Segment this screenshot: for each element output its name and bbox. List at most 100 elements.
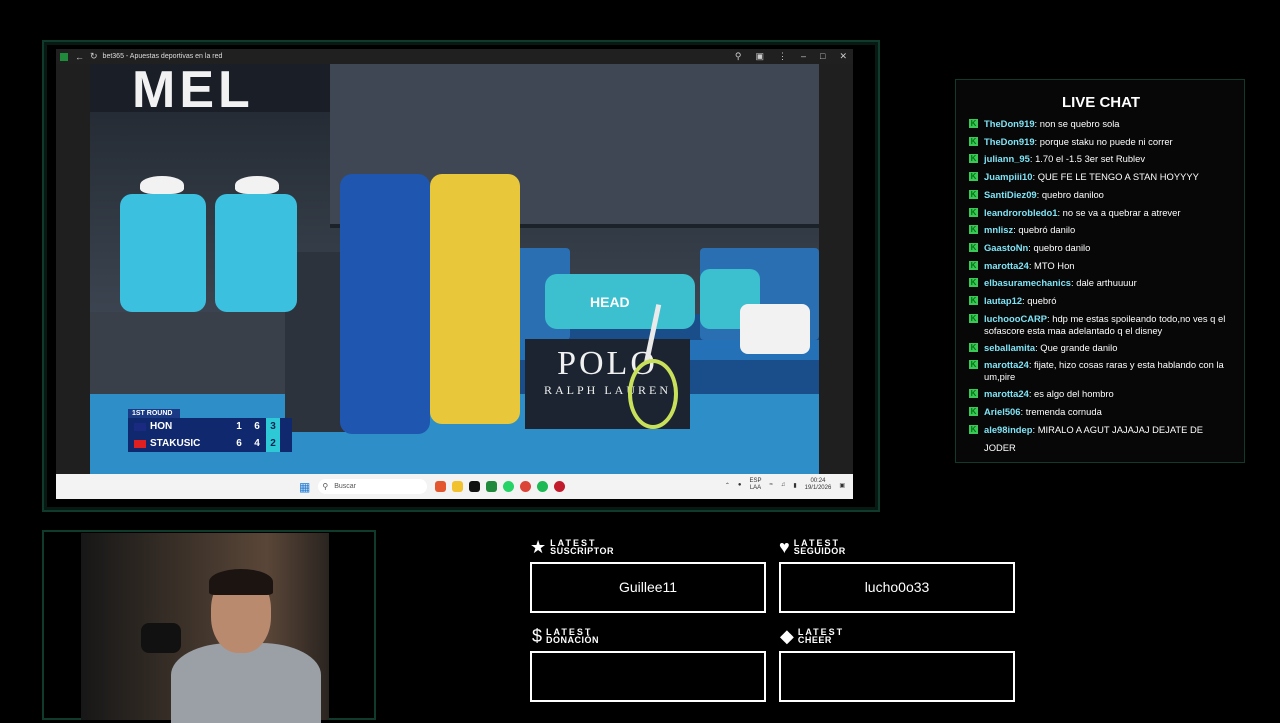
app-icon[interactable]	[554, 481, 566, 492]
chat-username[interactable]: marotta24	[984, 388, 1029, 399]
chat-username[interactable]: marotta24	[984, 359, 1029, 370]
chat-text: dale arthuuuur	[1076, 277, 1137, 289]
kick-badge-icon: K	[969, 360, 978, 370]
chat-text: es algo del hombro	[1034, 388, 1114, 400]
chat-username[interactable]: Juampiii10	[984, 171, 1032, 182]
alert-type: DONACIÓN	[546, 635, 600, 645]
chat-username[interactable]: GaastoNn	[984, 242, 1028, 253]
kick-badge-icon: K	[969, 225, 978, 235]
chat-username[interactable]: leandrorobledo1	[984, 207, 1057, 218]
heart-icon: ♥	[779, 537, 790, 557]
chat-message: K TheDon919: non se quebro sola	[969, 115, 1234, 133]
chat-username[interactable]: seballamita	[984, 342, 1035, 353]
alert-type: CHEER	[797, 635, 832, 645]
set-score: 4	[254, 438, 260, 449]
chat-username[interactable]: elbasuramechanics	[984, 277, 1071, 288]
latest-suscriptor-box: Guillee11	[530, 562, 766, 613]
latest-cheer-label: ◆ LATEST CHEER	[780, 627, 844, 645]
copilot-icon[interactable]	[435, 481, 447, 492]
latest-suscriptor-label: ★ LATEST SUSCRIPTOR	[530, 538, 614, 556]
chat-text: Que grande danilo	[1040, 341, 1118, 353]
chat-username[interactable]: Ariel506	[984, 406, 1020, 417]
windows-start-icon[interactable]: ▦	[299, 480, 310, 494]
minimize-icon[interactable]: –	[801, 51, 806, 62]
latest-donacion-label: $ LATEST DONACIÓN	[532, 627, 599, 645]
wifi-icon[interactable]: ≈	[770, 482, 773, 488]
menu-dots-icon[interactable]: ⋮	[778, 51, 787, 62]
chat-text: QUE FE LE TENGO A STAN HOYYYY	[1037, 171, 1199, 183]
scoreboard: 1ST ROUND HON 1 6 3 STAKUSIC 6 4 2	[128, 409, 292, 452]
kick-badge-icon: K	[969, 242, 978, 252]
chat-text: quebró danilo	[1018, 224, 1076, 236]
bet365-favicon-icon	[60, 52, 68, 61]
clock[interactable]: 00:24 19/1/2026	[805, 478, 832, 492]
set-score: 1	[236, 421, 242, 432]
chat-message: Kmarotta24: MTO Hon	[969, 257, 1234, 275]
physio	[340, 174, 430, 434]
folder-icon[interactable]	[452, 481, 464, 492]
chat-username[interactable]: marotta24	[984, 260, 1029, 271]
chat-text: no se va a quebrar a atrever	[1062, 206, 1181, 218]
alert-type: SEGUIDOR	[793, 546, 846, 556]
bag-brand: HEAD	[590, 294, 630, 310]
notification-icon[interactable]: ▣	[839, 482, 845, 489]
kick-badge-icon: K	[969, 136, 978, 146]
chat-username[interactable]: ale98indep	[984, 424, 1032, 435]
chat-message: Kmarotta24: fijate, hizo cosas raras y e…	[969, 356, 1234, 385]
set-score: 6	[236, 438, 242, 449]
zoom-icon[interactable]: ⚲	[735, 51, 742, 62]
volume-icon[interactable]: ♫	[781, 482, 786, 488]
chat-message: Kale98indep: MIRALO A AGUT JAJAJAJ DEJAT…	[969, 421, 1234, 456]
canada-flag-icon	[134, 439, 146, 448]
chat-username[interactable]: TheDon919	[984, 136, 1035, 147]
back-arrow-icon[interactable]: ←	[75, 52, 84, 62]
microphone-icon	[141, 623, 181, 653]
line-official-1	[120, 194, 206, 312]
hat-icon	[235, 176, 279, 194]
bet365-icon[interactable]	[486, 481, 498, 492]
latest-seguidor-label: ♥ LATEST SEGUIDOR	[779, 538, 846, 556]
chat-username[interactable]: SantiDiez09	[984, 189, 1037, 200]
chat-text: MTO Hon	[1034, 259, 1075, 271]
chat-message: K GaastoNn: quebro danilo	[969, 239, 1234, 257]
kick-badge-icon: K	[969, 313, 978, 323]
extension-icon[interactable]: ▣	[755, 51, 764, 62]
reload-icon[interactable]: ↻	[90, 51, 98, 62]
language-indicator[interactable]: ESP LAA	[750, 478, 762, 492]
lang-code: ESP	[749, 478, 762, 484]
kick-badge-icon: K	[969, 407, 978, 417]
score-row: STAKUSIC 6 4 2	[128, 435, 292, 452]
kick-badge-icon: K	[969, 119, 978, 128]
search-icon: ⚲	[322, 482, 329, 491]
chrome-icon[interactable]	[520, 481, 532, 492]
kick-badge-icon: K	[969, 172, 978, 182]
kick-badge-icon: K	[969, 207, 978, 217]
player-name: HON	[150, 421, 173, 432]
close-icon[interactable]: ✕	[839, 51, 847, 62]
chevron-up-icon[interactable]: ⌃	[725, 482, 730, 489]
tiktok-icon[interactable]	[469, 481, 481, 492]
chat-username[interactable]: juliann_95	[984, 153, 1030, 164]
spotify-icon[interactable]	[537, 481, 549, 492]
keyboard-layout: LAA	[749, 485, 762, 491]
chat-username[interactable]: mnlisz	[984, 224, 1013, 235]
kick-badge-icon: K	[969, 296, 978, 306]
maximize-icon[interactable]: □	[820, 51, 825, 62]
chat-message: KluchoooCARP: hdp me estas spoileando to…	[969, 310, 1234, 339]
whatsapp-icon[interactable]	[503, 481, 515, 492]
latest-seguidor-box: lucho0o33	[779, 562, 1015, 613]
australia-flag-icon	[134, 422, 146, 431]
chat-message: Kmnlisz: quebró danilo	[969, 221, 1234, 239]
taskbar-search[interactable]: ⚲ Buscar	[318, 479, 428, 494]
chat-username[interactable]: lautap12	[984, 295, 1022, 306]
mic-icon[interactable]: ●	[738, 482, 742, 488]
chat-username[interactable]: TheDon919	[984, 118, 1035, 129]
browser-title: bet365 - Apuestas deportivas en la red	[102, 53, 223, 60]
player-name: STAKUSIC	[150, 438, 201, 449]
chat-message: K SantiDiez09: quebro daniloo	[969, 186, 1234, 204]
chat-message: Kseballamita: Que grande danilo	[969, 339, 1234, 357]
chat-message: K TheDon919: porque staku no puede ni cor…	[969, 133, 1234, 151]
chat-username[interactable]: luchoooCARP	[984, 313, 1047, 324]
kick-badge-icon: K	[969, 189, 978, 199]
battery-icon[interactable]: ▮	[793, 482, 796, 489]
